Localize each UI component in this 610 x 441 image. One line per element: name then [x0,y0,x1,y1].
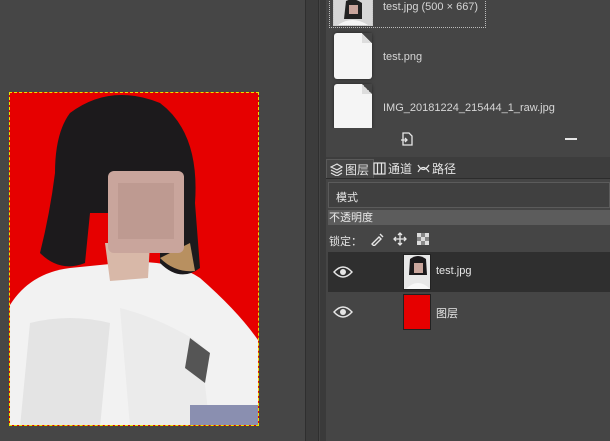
layer-row[interactable]: test.jpg [328,252,610,292]
image-list-item[interactable]: test.png [326,33,610,79]
document-icon [334,33,372,79]
eye-icon[interactable] [333,264,353,278]
paths-icon [417,164,430,173]
image-list-item-label: IMG_20181224_215444_1_raw.jpg [383,102,555,114]
tab-paths-label: 路径 [432,162,457,176]
channels-icon [373,162,386,175]
mode-selector[interactable]: 模式 [328,182,610,208]
right-dock: test.jpg (500 × 667) test.png IMG_201812… [326,0,610,441]
opacity-label: 不透明度 [329,211,373,224]
image-list-item-label: test.jpg (500 × 667) [383,1,479,13]
remove-icon[interactable] [562,132,580,150]
layer-thumbnail [403,294,431,330]
eye-icon[interactable] [333,304,353,318]
images-toolbar [326,128,610,154]
dock-tab-bar: 图层 通道 路径 [326,157,610,179]
tab-paths[interactable]: 路径 [414,159,460,178]
layer-thumbnail [403,254,431,290]
tab-layers[interactable]: 图层 [326,159,375,178]
layer-name: test.jpg [436,265,472,277]
layer-row[interactable]: 图层 [328,292,610,332]
document-icon [334,84,372,130]
lock-row: 锁定： [326,230,610,250]
tab-channels[interactable]: 通道 [370,159,416,178]
image-preview[interactable] [9,92,259,426]
image-list-item[interactable]: test.jpg (500 × 667) [326,0,610,30]
image-canvas[interactable] [0,0,305,441]
lock-label: 锁定： [329,235,362,248]
portrait-image [10,93,258,425]
lock-alpha-icon[interactable] [416,232,430,246]
lock-position-icon[interactable] [393,232,407,246]
layers-icon [330,162,343,176]
dock-divider[interactable] [305,0,319,441]
mode-label: 模式 [336,191,358,204]
open-image-icon[interactable] [398,132,416,150]
image-list-item[interactable]: IMG_20181224_215444_1_raw.jpg [326,84,610,130]
layer-name: 图层 [436,308,458,320]
opacity-slider[interactable]: 不透明度 [328,210,610,225]
layer-list: test.jpg 图层 [328,252,610,441]
tab-layers-label: 图层 [345,162,370,177]
image-thumbnail [333,0,373,26]
tab-channels-label: 通道 [388,162,413,176]
lock-pixels-icon[interactable] [370,232,384,247]
image-list-item-label: test.png [383,51,423,63]
